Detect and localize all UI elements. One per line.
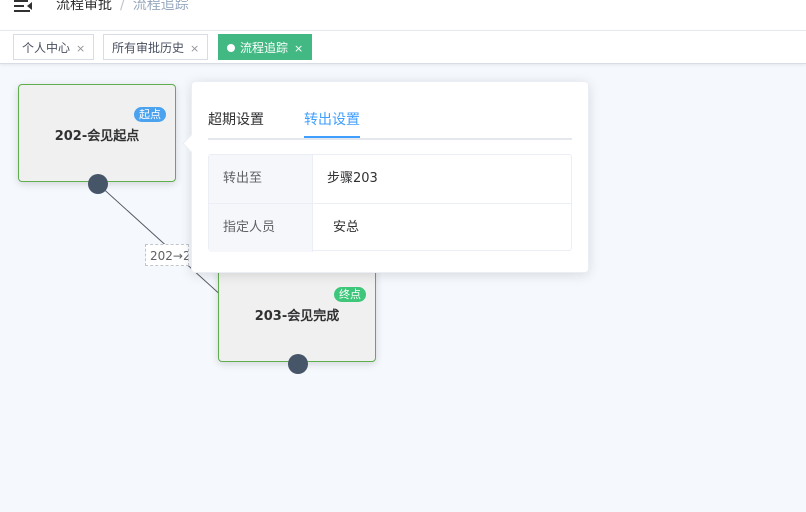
row-label: 转出至 [209,155,313,203]
tag-close-icon[interactable]: × [76,42,85,55]
table-row: 指定人员 安总 [209,203,571,252]
tab-transfer-settings[interactable]: 转出设置 [304,110,360,130]
node-port-end[interactable] [288,354,308,374]
row-label: 指定人员 [209,204,313,252]
breadcrumb-separator: / [120,0,125,13]
tag-label: 流程追踪 [240,41,289,55]
start-badge: 起点 [134,107,166,122]
end-badge: 终点 [334,287,366,302]
breadcrumb-item-current: 流程追踪 [132,0,189,13]
hamburger-menu-icon[interactable] [14,0,34,14]
tags-view: 个人中心 × 所有审批历史 × 流程追踪 × [0,31,806,64]
breadcrumb: 流程审批 / 流程追踪 [56,0,189,15]
tag-label: 所有审批历史 [112,41,185,55]
settings-tabs: 超期设置 转出设置 [208,106,572,140]
row-value: 步骤203 [327,171,378,186]
active-dot-icon [227,44,235,52]
row-value: 安总 [333,220,360,235]
node-title: 203-会见完成 [254,309,340,324]
node-port-start[interactable] [88,174,108,194]
node-settings-popover: 超期设置 转出设置 转出至 步骤203 指定人员 安总 [182,81,589,273]
tag-personal-center[interactable]: 个人中心 × [13,34,95,60]
tag-label: 个人中心 [22,41,71,55]
tag-process-tracking[interactable]: 流程追踪 × [218,34,313,60]
transfer-settings-table: 转出至 步骤203 指定人员 安总 [208,154,572,252]
navbar: 流程审批 / 流程追踪 [0,0,806,31]
active-tab-indicator [304,136,360,138]
flow-node-end[interactable]: 终点 203-会见完成 [218,264,376,362]
table-row: 转出至 步骤203 [209,155,571,203]
breadcrumb-item-approval[interactable]: 流程审批 [56,0,112,13]
node-title: 202-会见起点 [54,129,140,144]
edge-label[interactable]: 202→203 [145,244,189,266]
flow-node-start[interactable]: 起点 202-会见起点 [18,84,176,182]
tag-close-icon[interactable]: × [190,42,199,55]
tab-overdue-settings[interactable]: 超期设置 [208,110,264,130]
tag-approval-history[interactable]: 所有审批历史 × [103,34,209,60]
tag-close-icon[interactable]: × [294,42,303,55]
